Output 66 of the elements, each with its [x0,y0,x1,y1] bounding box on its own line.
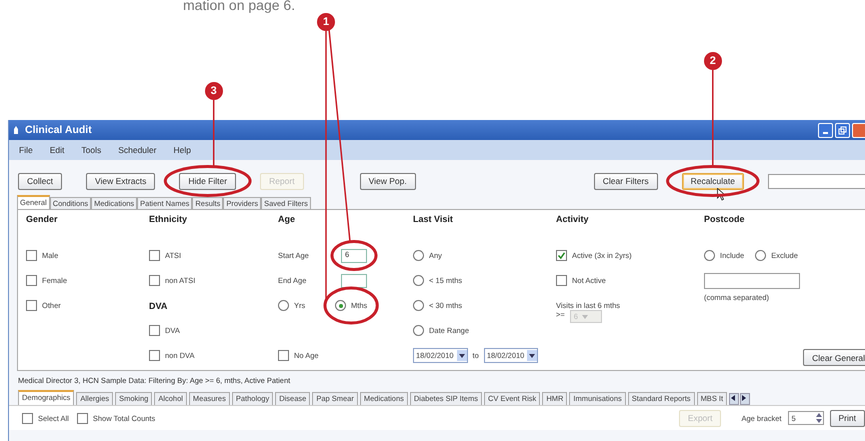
restore-icon [836,124,849,136]
print-button[interactable]: Print [830,410,865,426]
radio-button[interactable] [413,250,424,261]
checkbox[interactable] [149,275,160,286]
close-button[interactable] [852,122,865,138]
toolbar-button[interactable]: Collect [18,172,62,190]
menu-item[interactable]: Scheduler [118,145,156,155]
section-heading: Activity [556,214,590,226]
restore-button[interactable] [835,122,850,138]
menu-item[interactable]: Help [173,145,191,155]
minimize-icon [823,132,828,134]
section-heading: Gender [26,214,59,226]
toolbar-button[interactable]: View Extracts [86,172,156,190]
checkbox[interactable] [26,300,37,311]
caret-icon [458,354,465,358]
radio-button[interactable] [278,300,289,311]
spin-arrows-icon [814,412,823,424]
minimize-button[interactable] [818,122,833,138]
cursor-icon [716,188,726,200]
menu-item[interactable]: Tools [81,145,102,155]
caption-text: mation on page 6. [183,0,296,11]
toolbar-button[interactable]: Hide Filter [179,172,236,190]
section-heading: Postcode [704,214,746,226]
leader-line [212,100,214,167]
caret-icon [529,354,536,358]
checkbox[interactable] [26,275,37,286]
section-heading: DVA [149,300,168,310]
highlight-ellipse [324,286,379,324]
postcode-field[interactable] [704,272,800,288]
callout-number: 3 [204,82,223,100]
clear-button[interactable]: Clear General [803,349,865,366]
highlight-ellipse [330,240,378,271]
section-heading: Ethnicity [149,214,188,226]
radio-button[interactable] [335,300,346,311]
checkbox[interactable] [149,350,160,361]
radio-button[interactable] [413,325,424,336]
window-title: Clinical Audit [25,124,93,136]
checkbox[interactable] [22,412,33,424]
checkbox[interactable] [556,275,567,286]
app-icon [13,125,19,135]
checkbox[interactable] [26,250,37,261]
toolbar-button[interactable]: View Pop. [360,172,416,190]
scroll-left-button[interactable] [729,393,740,405]
radio-button[interactable] [413,275,424,286]
scroll-right-button[interactable] [740,393,750,405]
radio-button[interactable] [755,250,766,261]
radio-button[interactable] [413,300,424,311]
toolbar-button[interactable]: Recalculate [682,172,744,190]
age-field[interactable] [341,274,367,288]
caret-icon [582,314,588,318]
text-field[interactable] [768,174,865,188]
right-arrow-icon [741,394,748,402]
radio-button[interactable] [704,250,715,261]
checkbox[interactable] [556,250,567,261]
callout-number: 1 [317,13,335,31]
checkbox[interactable] [278,350,289,361]
menu-item[interactable]: File [19,145,33,155]
section-heading: Last Visit [413,214,454,226]
menu-item[interactable]: Edit [50,145,64,155]
left-arrow-icon [730,394,736,402]
checkbox[interactable] [76,412,88,424]
toolbar-button[interactable]: Clear Filters [594,172,658,190]
section-heading: Age [278,214,296,226]
checkbox[interactable] [149,250,160,261]
checkbox[interactable] [149,325,160,336]
callout-number: 2 [704,52,722,70]
